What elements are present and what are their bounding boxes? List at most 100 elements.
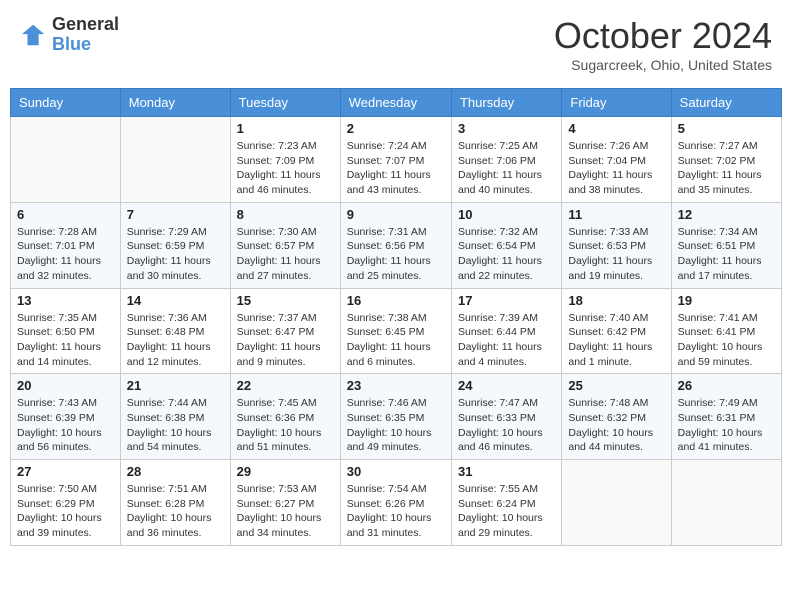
title-area: October 2024 Sugarcreek, Ohio, United St…: [554, 15, 772, 73]
day-detail: Sunrise: 7:28 AM Sunset: 7:01 PM Dayligh…: [17, 225, 114, 284]
calendar-week-5: 27Sunrise: 7:50 AM Sunset: 6:29 PM Dayli…: [11, 460, 782, 546]
day-detail: Sunrise: 7:46 AM Sunset: 6:35 PM Dayligh…: [347, 396, 445, 455]
day-number: 31: [458, 464, 555, 479]
logo-text: General Blue: [52, 15, 119, 55]
calendar-cell: 14 Sunrise: 7:36 AM Sunset: 6:48 PM Dayli…: [120, 288, 230, 374]
day-number: 19: [678, 293, 775, 308]
day-number: 13: [17, 293, 114, 308]
day-detail: Sunrise: 7:36 AM Sunset: 6:48 PM Dayligh…: [127, 311, 224, 370]
calendar-cell: 23 Sunrise: 7:46 AM Sunset: 6:35 PM Dayli…: [340, 374, 451, 460]
page-header: General Blue October 2024 Sugarcreek, Oh…: [10, 10, 782, 78]
day-number: 25: [568, 378, 664, 393]
calendar-cell: 30 Sunrise: 7:54 AM Sunset: 6:26 PM Dayli…: [340, 460, 451, 546]
calendar-week-4: 20 Sunrise: 7:43 AM Sunset: 6:39 PM Dayli…: [11, 374, 782, 460]
day-number: 20: [17, 378, 114, 393]
day-number: 8: [237, 207, 334, 222]
day-detail: Sunrise: 7:49 AM Sunset: 6:31 PM Dayligh…: [678, 396, 775, 455]
calendar-cell: 8 Sunrise: 7:30 AM Sunset: 6:57 PM Daylig…: [230, 202, 340, 288]
logo-icon: [20, 21, 48, 49]
day-detail: Sunrise: 7:31 AM Sunset: 6:56 PM Dayligh…: [347, 225, 445, 284]
calendar-cell: 28Sunrise: 7:51 AM Sunset: 6:28 PM Dayli…: [120, 460, 230, 546]
calendar-cell: 17 Sunrise: 7:39 AM Sunset: 6:44 PM Dayli…: [451, 288, 561, 374]
day-number: 4: [568, 121, 664, 136]
day-number: 11: [568, 207, 664, 222]
column-header-monday: Monday: [120, 89, 230, 117]
month-title: October 2024: [554, 15, 772, 57]
calendar-cell: 26Sunrise: 7:49 AM Sunset: 6:31 PM Dayli…: [671, 374, 781, 460]
day-number: 21: [127, 378, 224, 393]
day-detail: Sunrise: 7:30 AM Sunset: 6:57 PM Dayligh…: [237, 225, 334, 284]
day-detail: Sunrise: 7:24 AM Sunset: 7:07 PM Dayligh…: [347, 139, 445, 198]
calendar-cell: 3 Sunrise: 7:25 AM Sunset: 7:06 PM Daylig…: [451, 117, 561, 203]
day-detail: Sunrise: 7:27 AM Sunset: 7:02 PM Dayligh…: [678, 139, 775, 198]
day-number: 12: [678, 207, 775, 222]
calendar-cell: 20 Sunrise: 7:43 AM Sunset: 6:39 PM Dayli…: [11, 374, 121, 460]
location: Sugarcreek, Ohio, United States: [554, 57, 772, 73]
column-header-thursday: Thursday: [451, 89, 561, 117]
day-detail: Sunrise: 7:38 AM Sunset: 6:45 PM Dayligh…: [347, 311, 445, 370]
calendar-cell: 6 Sunrise: 7:28 AM Sunset: 7:01 PM Daylig…: [11, 202, 121, 288]
day-detail: Sunrise: 7:54 AM Sunset: 6:26 PM Dayligh…: [347, 482, 445, 541]
calendar-cell: 10 Sunrise: 7:32 AM Sunset: 6:54 PM Dayli…: [451, 202, 561, 288]
day-detail: Sunrise: 7:23 AM Sunset: 7:09 PM Dayligh…: [237, 139, 334, 198]
day-detail: Sunrise: 7:25 AM Sunset: 7:06 PM Dayligh…: [458, 139, 555, 198]
calendar-cell: [11, 117, 121, 203]
day-detail: Sunrise: 7:53 AM Sunset: 6:27 PM Dayligh…: [237, 482, 334, 541]
calendar-cell: 12 Sunrise: 7:34 AM Sunset: 6:51 PM Dayli…: [671, 202, 781, 288]
calendar-cell: 16 Sunrise: 7:38 AM Sunset: 6:45 PM Dayli…: [340, 288, 451, 374]
day-detail: Sunrise: 7:55 AM Sunset: 6:24 PM Dayligh…: [458, 482, 555, 541]
day-detail: Sunrise: 7:47 AM Sunset: 6:33 PM Dayligh…: [458, 396, 555, 455]
calendar-cell: [671, 460, 781, 546]
day-detail: Sunrise: 7:34 AM Sunset: 6:51 PM Dayligh…: [678, 225, 775, 284]
day-number: 10: [458, 207, 555, 222]
column-header-saturday: Saturday: [671, 89, 781, 117]
day-number: 29: [237, 464, 334, 479]
day-detail: Sunrise: 7:40 AM Sunset: 6:42 PM Dayligh…: [568, 311, 664, 370]
day-detail: Sunrise: 7:33 AM Sunset: 6:53 PM Dayligh…: [568, 225, 664, 284]
calendar-cell: [562, 460, 671, 546]
calendar-cell: 27Sunrise: 7:50 AM Sunset: 6:29 PM Dayli…: [11, 460, 121, 546]
day-detail: Sunrise: 7:26 AM Sunset: 7:04 PM Dayligh…: [568, 139, 664, 198]
calendar-week-3: 13 Sunrise: 7:35 AM Sunset: 6:50 PM Dayli…: [11, 288, 782, 374]
day-detail: Sunrise: 7:44 AM Sunset: 6:38 PM Dayligh…: [127, 396, 224, 455]
day-number: 23: [347, 378, 445, 393]
day-number: 1: [237, 121, 334, 136]
calendar-cell: 15Sunrise: 7:37 AM Sunset: 6:47 PM Dayli…: [230, 288, 340, 374]
day-number: 17: [458, 293, 555, 308]
day-number: 9: [347, 207, 445, 222]
calendar-cell: 11 Sunrise: 7:33 AM Sunset: 6:53 PM Dayli…: [562, 202, 671, 288]
day-number: 24: [458, 378, 555, 393]
day-detail: Sunrise: 7:37 AM Sunset: 6:47 PM Dayligh…: [237, 311, 334, 370]
column-header-friday: Friday: [562, 89, 671, 117]
day-detail: Sunrise: 7:51 AM Sunset: 6:28 PM Dayligh…: [127, 482, 224, 541]
day-number: 14: [127, 293, 224, 308]
calendar-cell: 4 Sunrise: 7:26 AM Sunset: 7:04 PM Daylig…: [562, 117, 671, 203]
calendar-cell: 19 Sunrise: 7:41 AM Sunset: 6:41 PM Dayli…: [671, 288, 781, 374]
calendar-cell: 5 Sunrise: 7:27 AM Sunset: 7:02 PM Daylig…: [671, 117, 781, 203]
day-number: 30: [347, 464, 445, 479]
day-detail: Sunrise: 7:43 AM Sunset: 6:39 PM Dayligh…: [17, 396, 114, 455]
day-number: 5: [678, 121, 775, 136]
calendar-cell: 22Sunrise: 7:45 AM Sunset: 6:36 PM Dayli…: [230, 374, 340, 460]
day-number: 16: [347, 293, 445, 308]
calendar-cell: 25Sunrise: 7:48 AM Sunset: 6:32 PM Dayli…: [562, 374, 671, 460]
day-detail: Sunrise: 7:50 AM Sunset: 6:29 PM Dayligh…: [17, 482, 114, 541]
calendar-cell: 31 Sunrise: 7:55 AM Sunset: 6:24 PM Dayli…: [451, 460, 561, 546]
calendar-cell: 21 Sunrise: 7:44 AM Sunset: 6:38 PM Dayli…: [120, 374, 230, 460]
day-number: 6: [17, 207, 114, 222]
calendar-week-2: 6 Sunrise: 7:28 AM Sunset: 7:01 PM Daylig…: [11, 202, 782, 288]
day-number: 18: [568, 293, 664, 308]
calendar-cell: 7Sunrise: 7:29 AM Sunset: 6:59 PM Daylig…: [120, 202, 230, 288]
day-detail: Sunrise: 7:35 AM Sunset: 6:50 PM Dayligh…: [17, 311, 114, 370]
calendar-header-row: SundayMondayTuesdayWednesdayThursdayFrid…: [11, 89, 782, 117]
logo: General Blue: [20, 15, 119, 55]
day-detail: Sunrise: 7:39 AM Sunset: 6:44 PM Dayligh…: [458, 311, 555, 370]
calendar-cell: 2Sunrise: 7:24 AM Sunset: 7:07 PM Daylig…: [340, 117, 451, 203]
day-detail: Sunrise: 7:41 AM Sunset: 6:41 PM Dayligh…: [678, 311, 775, 370]
logo-general: General: [52, 14, 119, 34]
day-number: 3: [458, 121, 555, 136]
calendar-cell: 13 Sunrise: 7:35 AM Sunset: 6:50 PM Dayli…: [11, 288, 121, 374]
column-header-wednesday: Wednesday: [340, 89, 451, 117]
day-detail: Sunrise: 7:32 AM Sunset: 6:54 PM Dayligh…: [458, 225, 555, 284]
day-detail: Sunrise: 7:29 AM Sunset: 6:59 PM Dayligh…: [127, 225, 224, 284]
